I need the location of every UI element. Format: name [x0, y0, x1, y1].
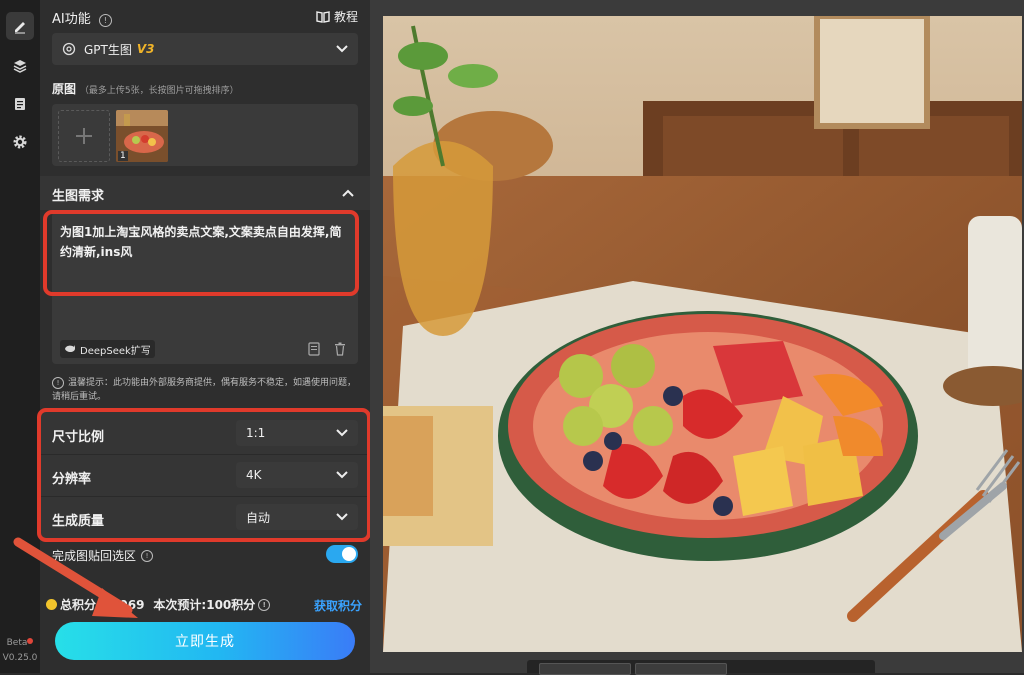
notes-icon[interactable]	[6, 90, 34, 118]
requirement-title: 生图需求	[52, 189, 105, 204]
upload-hint: （最多上传5张，长按图片可拖拽排序）	[79, 86, 239, 96]
upload-slot[interactable]	[58, 110, 110, 162]
options-highlight-frame	[37, 408, 371, 542]
model-icon	[62, 42, 76, 56]
thumbnail-index: 1	[118, 151, 128, 161]
generate-button[interactable]: 立即生成	[55, 622, 355, 660]
chevron-up-icon	[342, 189, 354, 197]
version-label: V0.25.0	[2, 653, 38, 663]
paste-back-toggle[interactable]	[326, 545, 358, 563]
ai-feature-title: AI功能 !	[52, 8, 112, 27]
tutorial-label: 教程	[333, 10, 358, 24]
result-photo[interactable]	[383, 16, 1022, 652]
delete-icon[interactable]	[334, 342, 346, 356]
canvas-toolbar-button[interactable]	[539, 663, 631, 675]
tutorial-link[interactable]: 教程	[316, 8, 358, 25]
notice-info-icon: !	[52, 377, 64, 389]
original-image-area: 1	[52, 104, 358, 166]
canvas-toolbar	[527, 660, 875, 675]
plus-icon	[76, 128, 92, 144]
settings-icon[interactable]	[6, 128, 34, 156]
model-select[interactable]: GPT生图 V3	[52, 33, 358, 65]
prompt-highlight-frame	[43, 210, 359, 296]
original-image-title: 原图 （最多上传5张，长按图片可拖拽排序）	[52, 82, 239, 96]
deepseek-whale-icon	[65, 345, 75, 352]
requirement-header[interactable]: 生图需求	[40, 176, 370, 210]
edit-icon[interactable]	[6, 12, 34, 40]
model-select-value: GPT生图	[84, 42, 132, 57]
ai-panel: AI功能 ! 教程 GPT生图 V3 原图 （最多上传5张，长按图片可拖拽排序）	[13, 0, 371, 673]
book-icon	[316, 10, 330, 23]
layers-icon[interactable]	[6, 52, 34, 80]
deepseek-label: DeepSeek扩写	[80, 345, 151, 357]
chevron-down-icon	[336, 45, 348, 53]
history-icon[interactable]	[308, 342, 322, 356]
model-version-badge: V3	[136, 42, 155, 56]
get-points-link[interactable]: 获取积分	[314, 597, 362, 614]
beta-label: Beta	[0, 638, 40, 648]
estimate-points-label: 本次预计:100积分	[153, 598, 256, 612]
deepseek-expand-button[interactable]: DeepSeek扩写	[60, 340, 155, 358]
annotation-arrow-icon	[13, 537, 138, 618]
info-icon[interactable]: !	[98, 14, 112, 27]
image-canvas	[370, 0, 1024, 675]
notice-text: ! 温馨提示：此功能由外部服务商提供，偶有服务不稳定，如遇使用问题，请稍后重试。	[52, 377, 357, 402]
canvas-toolbar-button[interactable]	[635, 663, 727, 675]
original-thumbnail[interactable]: 1	[116, 110, 168, 162]
points-info-icon[interactable]: !	[258, 598, 271, 611]
